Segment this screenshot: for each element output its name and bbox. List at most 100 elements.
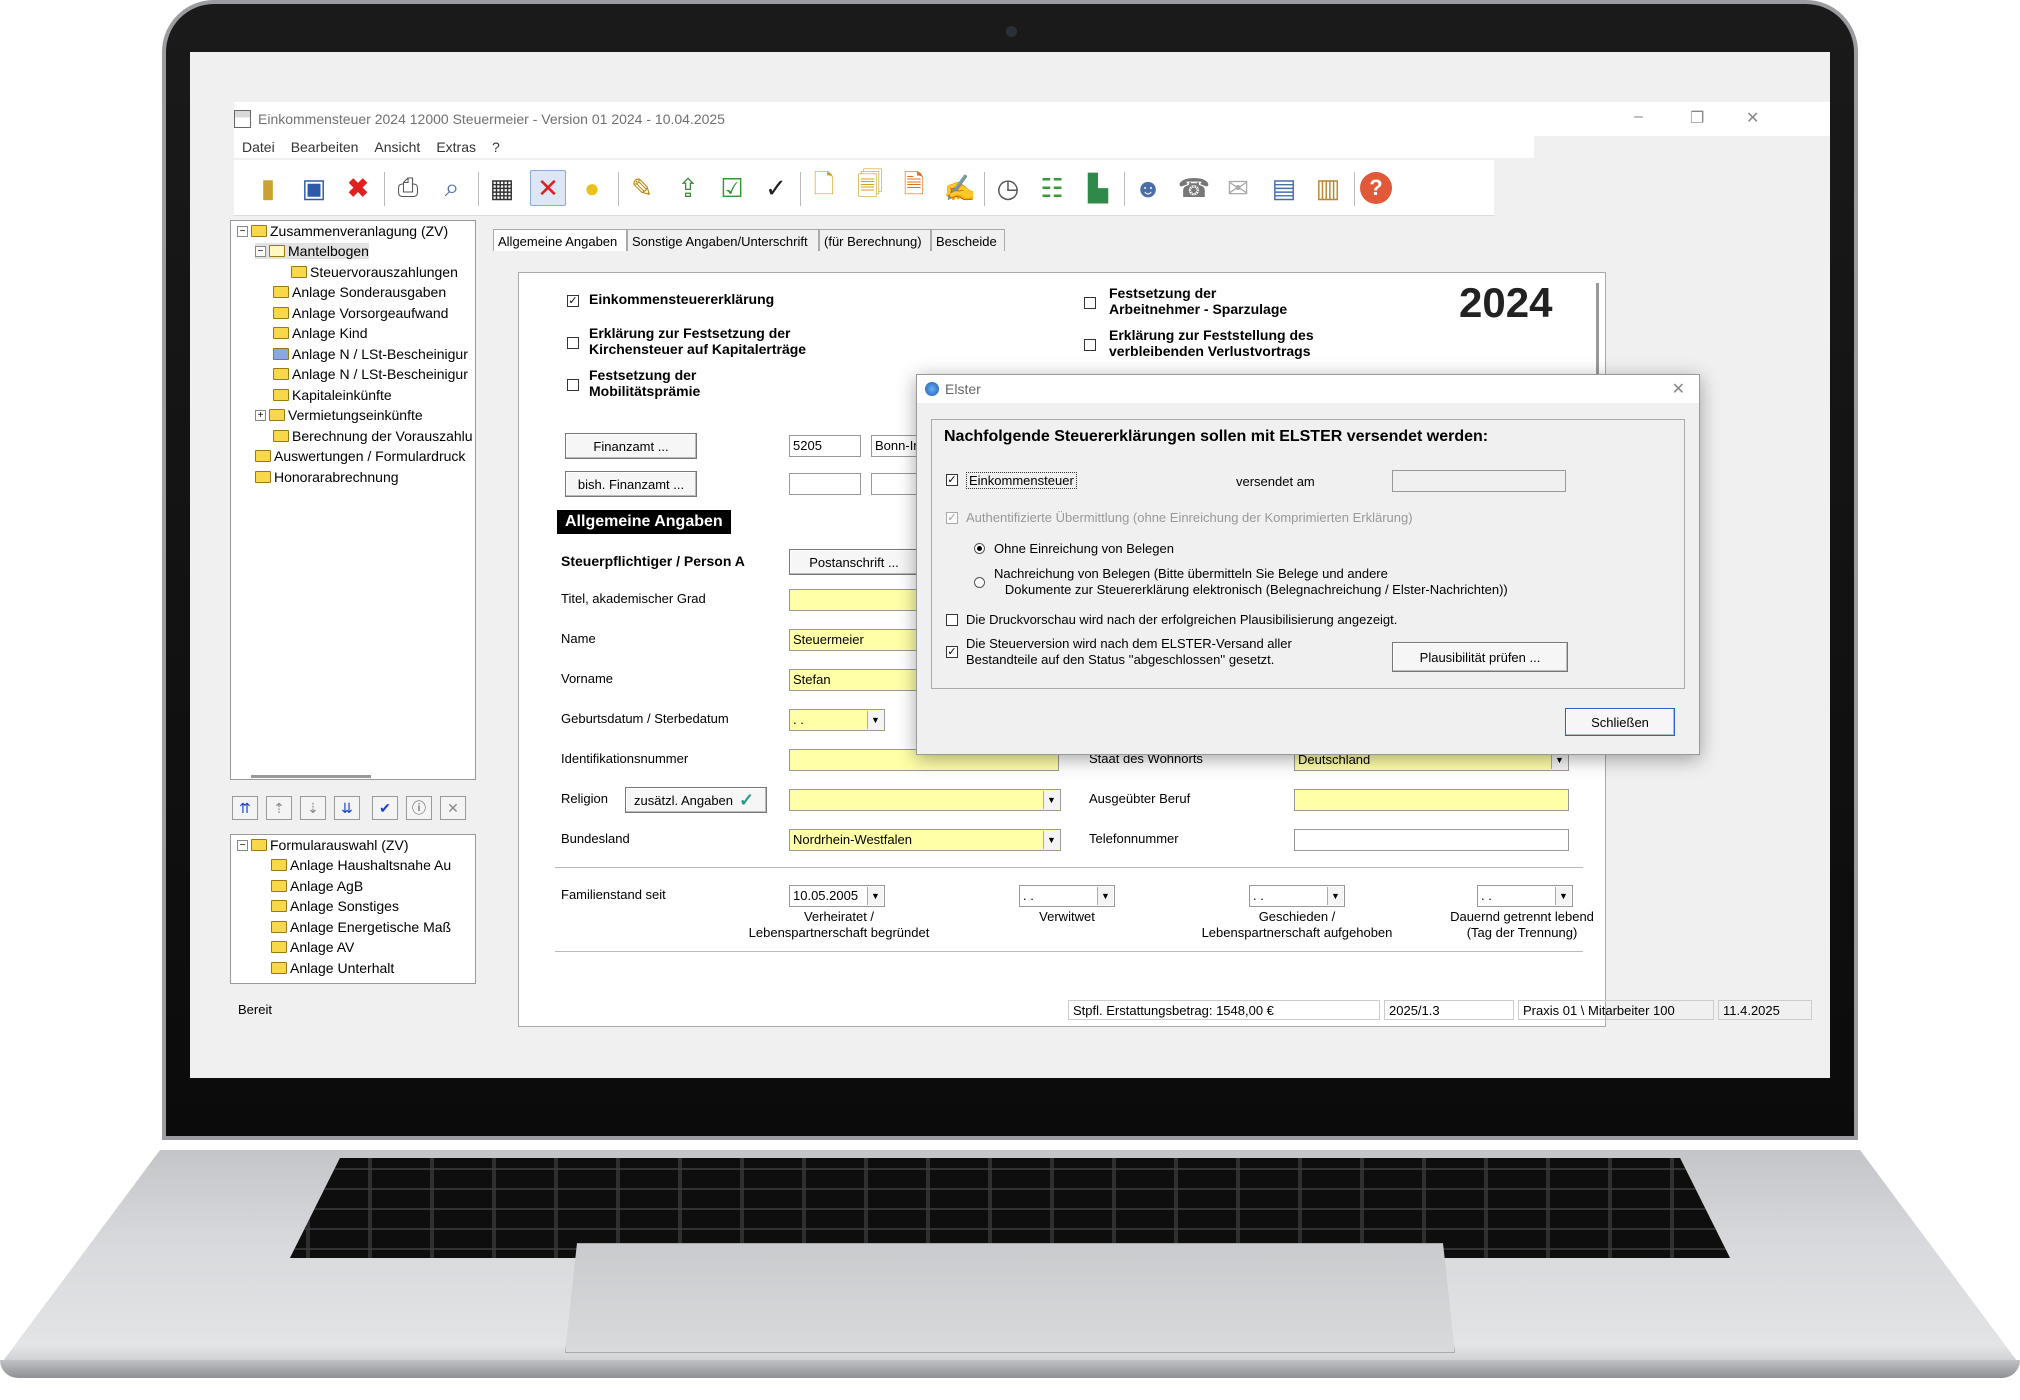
tree-scrollbar[interactable]: [251, 775, 371, 778]
tree-item-vermietungseinkuenfte[interactable]: + Vermietungseinkünfte: [255, 407, 423, 423]
tree-item-formular[interactable]: Anlage Haushaltsnahe Au: [271, 857, 451, 873]
tree-item-formular[interactable]: Anlage Energetische Maß: [271, 919, 451, 935]
collapse-icon[interactable]: −: [237, 225, 248, 237]
calculator-icon[interactable]: ▦: [484, 170, 520, 206]
archive-icon[interactable]: ▥: [1310, 170, 1346, 206]
tree-item-kapitaleinkuenfte[interactable]: Kapitaleinkünfte: [273, 387, 392, 403]
finanzamt-button[interactable]: Finanzamt ...: [565, 433, 697, 459]
beruf-field[interactable]: [1294, 789, 1569, 811]
geschieden-date-field[interactable]: . . ▼: [1249, 885, 1345, 907]
chevron-down-icon[interactable]: ▼: [1043, 831, 1059, 849]
tree-item-formular[interactable]: Anlage AgB: [271, 878, 363, 894]
bisheriges-finanzamt-button[interactable]: bish. Finanzamt ...: [565, 471, 697, 497]
restore-button[interactable]: ❐: [1690, 108, 1704, 128]
tab-sonstige-angaben[interactable]: Sonstige Angaben/Unterschrift: [627, 229, 819, 251]
save-icon[interactable]: ▣: [296, 170, 332, 206]
stamp-icon[interactable]: ✎: [624, 170, 660, 206]
edit-icon[interactable]: ✍: [942, 170, 978, 206]
check-mark-icon[interactable]: ✔: [372, 796, 398, 820]
delete-icon[interactable]: ✖: [340, 170, 376, 206]
geburtsdatum-field[interactable]: . . ▼: [789, 709, 885, 731]
menu-extras[interactable]: Extras: [428, 136, 484, 158]
collapse-icon[interactable]: −: [237, 839, 248, 851]
tab-bescheide[interactable]: Bescheide: [931, 229, 1005, 251]
book-icon[interactable]: ▮: [250, 170, 286, 206]
export-icon[interactable]: ⇪: [670, 170, 706, 206]
tree-item-anlage-kind[interactable]: Anlage Kind: [273, 325, 368, 341]
minimize-button[interactable]: –: [1634, 108, 1643, 126]
tree-item-steuervorauszahlungen[interactable]: Steuervorauszahlungen: [291, 264, 458, 280]
menu-help[interactable]: ?: [484, 136, 508, 158]
collapse-icon[interactable]: −: [255, 245, 266, 257]
tree-item-auswertungen[interactable]: Auswertungen / Formulardruck: [255, 448, 465, 464]
chart-icon[interactable]: ▙: [1080, 170, 1116, 206]
tree-item-formular[interactable]: Anlage Sonstiges: [271, 898, 399, 914]
tab-berechnung[interactable]: (für Berechnung): [819, 229, 931, 251]
move-bottom-icon[interactable]: ⇊: [334, 796, 360, 820]
religion-field[interactable]: ▼: [789, 789, 1061, 811]
preview-icon[interactable]: ⌕: [434, 170, 470, 206]
tree-item-formular[interactable]: Anlage Unterhalt: [271, 960, 394, 976]
remove-icon[interactable]: ✕: [440, 796, 466, 820]
chevron-down-icon[interactable]: ▼: [1097, 887, 1113, 905]
expand-icon[interactable]: +: [255, 409, 266, 421]
document-pdf-icon[interactable]: 🗎: [896, 169, 932, 206]
einkommensteuer-checkbox[interactable]: ✓: [567, 295, 579, 307]
info-icon[interactable]: ⓘ: [406, 796, 432, 820]
move-top-icon[interactable]: ⇈: [232, 796, 258, 820]
fax-icon[interactable]: ☎: [1176, 170, 1212, 206]
bish-finanzamt-number-field[interactable]: [789, 473, 861, 495]
close-window-button[interactable]: ✕: [1746, 108, 1759, 128]
tree-item-formularauswahl[interactable]: − Formularauswahl (ZV): [237, 837, 408, 853]
timer-icon[interactable]: ◷: [990, 170, 1026, 206]
table-icon[interactable]: ▤: [1266, 170, 1302, 206]
chevron-down-icon[interactable]: ▼: [1043, 791, 1059, 809]
bundesland-field[interactable]: Nordrhein-Westfalen ▼: [789, 829, 1061, 851]
plausibilitaet-pruefen-button[interactable]: Plausibilität prüfen ...: [1392, 642, 1568, 672]
tree-item-mantelbogen[interactable]: − Mantelbogen: [255, 243, 369, 259]
tree-item-vorsorgeaufwand[interactable]: Anlage Vorsorgeaufwand: [273, 305, 448, 321]
elster-icon[interactable]: ✓: [758, 170, 794, 206]
abacus-icon[interactable]: ☷: [1034, 170, 1070, 206]
tree-item-formular[interactable]: Anlage AV: [271, 939, 354, 955]
finanzamt-number-field[interactable]: 5205: [789, 435, 861, 457]
chevron-down-icon[interactable]: ▼: [867, 887, 883, 905]
tree-item-zusammenveranlagung[interactable]: − Zusammenveranlagung (ZV): [237, 223, 448, 239]
einkommensteuer-elster-checkbox[interactable]: ✓: [946, 474, 958, 486]
tree-item-anlage-n-2[interactable]: Anlage N / LSt-Bescheinigur: [273, 366, 468, 382]
cancel-calc-icon[interactable]: ✕: [530, 170, 566, 206]
zusaetzliche-angaben-button[interactable]: zusätzl. Angaben ✓: [625, 787, 767, 813]
document-copy-icon[interactable]: 🗐: [852, 169, 888, 206]
ohne-belege-radio[interactable]: [974, 543, 985, 554]
verlustvortrag-checkbox[interactable]: [1084, 339, 1096, 351]
menu-ansicht[interactable]: Ansicht: [366, 136, 428, 158]
move-up-icon[interactable]: ⇡: [266, 796, 292, 820]
telefon-field[interactable]: [1294, 829, 1569, 851]
tree-item-sonderausgaben[interactable]: Anlage Sonderausgaben: [273, 284, 446, 300]
status-checkbox[interactable]: ✓: [946, 646, 958, 658]
tree-item-anlage-n-1[interactable]: Anlage N / LSt-Bescheinigur: [273, 346, 468, 362]
print-icon[interactable]: ⎙: [390, 170, 426, 206]
mail-icon[interactable]: ✉: [1220, 170, 1256, 206]
users-icon[interactable]: ☻: [1130, 170, 1166, 206]
chevron-down-icon[interactable]: ▼: [1555, 887, 1571, 905]
lightbulb-icon[interactable]: ●: [574, 170, 610, 206]
nachreichung-radio[interactable]: [974, 577, 985, 588]
tab-allgemeine-angaben[interactable]: Allgemeine Angaben: [493, 229, 627, 251]
close-icon[interactable]: ✕: [1672, 379, 1685, 399]
document-icon[interactable]: 🗋: [806, 169, 842, 206]
kirchensteuer-checkbox[interactable]: [567, 337, 579, 349]
schliessen-button[interactable]: Schließen: [1565, 708, 1675, 736]
tree-item-honorarabrechnung[interactable]: Honorarabrechnung: [255, 469, 399, 485]
menu-datei[interactable]: Datei: [234, 136, 283, 158]
chevron-down-icon[interactable]: ▼: [1327, 887, 1343, 905]
arbeitnehmer-sparzulage-checkbox[interactable]: [1084, 297, 1096, 309]
tree-item-vorauszahlungen[interactable]: Berechnung der Vorauszahlu: [273, 428, 473, 444]
druckvorschau-checkbox[interactable]: [946, 614, 958, 626]
verheiratet-date-field[interactable]: 10.05.2005 ▼: [789, 885, 885, 907]
postanschrift-button[interactable]: Postanschrift ...: [789, 549, 919, 575]
chevron-down-icon[interactable]: ▼: [867, 711, 883, 729]
getrennt-date-field[interactable]: . . ▼: [1477, 885, 1573, 907]
menu-bearbeiten[interactable]: Bearbeiten: [283, 136, 367, 158]
mobilitaet-checkbox[interactable]: [567, 379, 579, 391]
